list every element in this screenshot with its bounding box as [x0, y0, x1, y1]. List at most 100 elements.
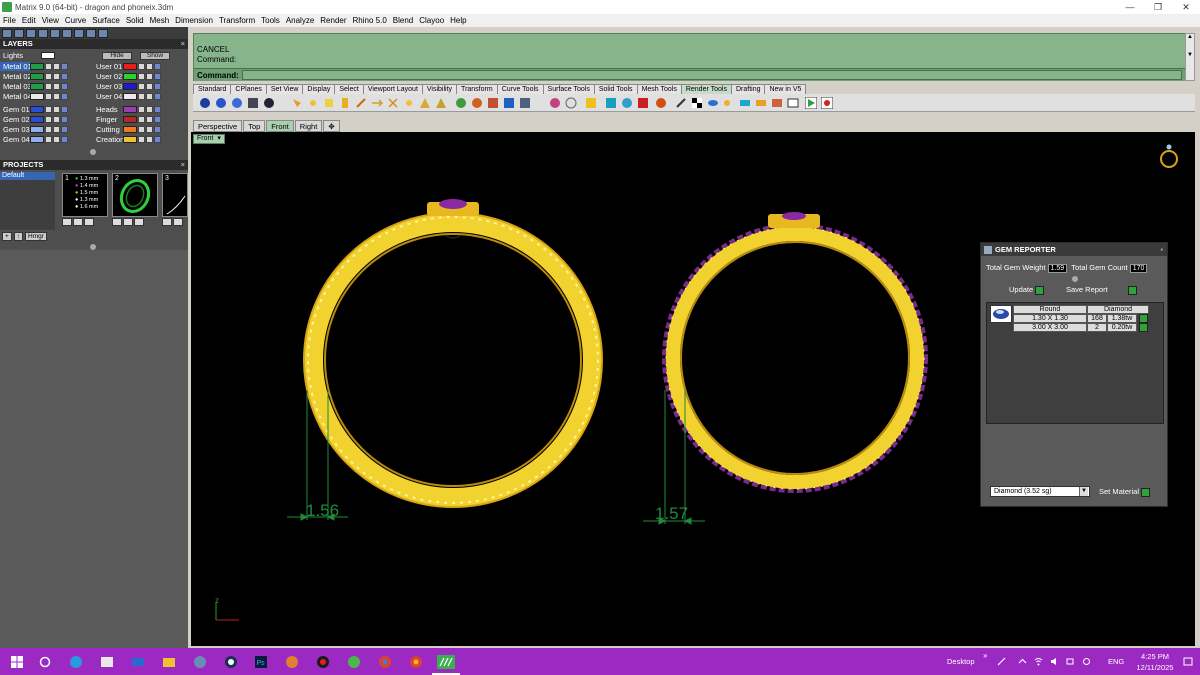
menu-blend[interactable]: Blend — [393, 16, 413, 25]
cut-icon[interactable] — [50, 28, 60, 38]
edge-icon[interactable] — [69, 655, 83, 669]
layer-lock-icon[interactable] — [146, 116, 153, 123]
layer-row[interactable]: Gem 02 — [0, 115, 69, 124]
desktop-overflow-icon[interactable]: » — [983, 651, 987, 660]
lens-icon[interactable] — [707, 97, 719, 109]
tab-new-in-v5[interactable]: New in V5 — [764, 84, 807, 94]
photoshop-icon[interactable]: Ps — [254, 655, 268, 669]
layer-row[interactable]: Metal 03 — [0, 82, 69, 91]
add-project-button[interactable]: + — [2, 232, 12, 241]
tab-mesh-tools[interactable]: Mesh Tools — [636, 84, 682, 94]
layer-row[interactable]: User 04 — [93, 92, 162, 101]
tab-top[interactable]: Top — [243, 120, 266, 132]
layer-lock-icon[interactable] — [146, 93, 153, 100]
close-button[interactable]: ✕ — [1172, 2, 1200, 13]
ground-plane-icon[interactable] — [471, 97, 483, 109]
layer-visible-icon[interactable] — [45, 63, 52, 70]
preview-icon[interactable] — [771, 97, 783, 109]
layer-color[interactable] — [30, 116, 44, 123]
layer-lock-icon[interactable] — [53, 83, 60, 90]
save-icon[interactable] — [26, 28, 36, 38]
menu-transform[interactable]: Transform — [219, 16, 255, 25]
gem-reporter-resize-handle[interactable] — [1072, 276, 1078, 282]
layer-material-icon[interactable] — [154, 63, 161, 70]
sun-icon[interactable] — [403, 97, 415, 109]
render-window-icon[interactable] — [231, 97, 243, 109]
key-icon[interactable] — [723, 97, 735, 109]
tab-select[interactable]: Select — [334, 84, 364, 94]
layer-visible-icon[interactable] — [45, 73, 52, 80]
wifi-icon[interactable] — [1034, 657, 1043, 666]
layer-material-icon[interactable] — [61, 93, 68, 100]
menu-tools[interactable]: Tools — [261, 16, 280, 25]
layer-material-icon[interactable] — [61, 116, 68, 123]
layer-row[interactable]: User 01 — [93, 62, 162, 71]
texture-icon[interactable] — [621, 97, 633, 109]
menu-render[interactable]: Render — [320, 16, 346, 25]
tab-render-tools[interactable]: Render Tools — [680, 84, 732, 94]
layer-visible-icon[interactable] — [45, 136, 52, 143]
layer-row[interactable]: Cutting — [93, 125, 162, 134]
open-icon[interactable] — [14, 28, 24, 38]
layer-visible-icon[interactable] — [45, 106, 52, 113]
undo-icon[interactable] — [86, 28, 96, 38]
chevron-up-icon[interactable] — [1018, 657, 1027, 666]
layer-row[interactable]: Finger — [93, 115, 162, 124]
tab-display[interactable]: Display — [302, 84, 336, 94]
layer-material-icon[interactable] — [61, 126, 68, 133]
layer-material-icon[interactable] — [154, 126, 161, 133]
layer-color[interactable] — [30, 93, 44, 100]
render-sphere-icon[interactable] — [199, 97, 211, 109]
flat-shade-icon[interactable] — [739, 97, 751, 109]
chrome-alt-icon[interactable] — [409, 655, 423, 669]
tab-transform[interactable]: Transform — [456, 84, 498, 94]
thumb-rename-icon[interactable] — [123, 218, 133, 226]
layer-color[interactable] — [30, 73, 44, 80]
tab-front[interactable]: Front — [266, 120, 294, 132]
menu-curve[interactable]: Curve — [65, 16, 86, 25]
layer-material-icon[interactable] — [154, 83, 161, 90]
mapping-box-icon[interactable] — [585, 97, 597, 109]
print-icon[interactable] — [38, 28, 48, 38]
mapping-cylinder-icon[interactable] — [565, 97, 577, 109]
redo-icon[interactable] — [98, 28, 108, 38]
set-material-button[interactable]: Set Material — [1099, 487, 1151, 497]
tab-drafting[interactable]: Drafting — [730, 84, 766, 94]
layers-close-icon[interactable]: × — [181, 39, 185, 49]
material-select[interactable]: Diamond (3.52 sg) ▼ — [990, 486, 1090, 497]
layer-visible-icon[interactable] — [138, 116, 145, 123]
layer-lock-icon[interactable] — [53, 73, 60, 80]
layer-material-icon[interactable] — [154, 106, 161, 113]
layer-visible-icon[interactable] — [45, 93, 52, 100]
thumb-rename-icon[interactable] — [173, 218, 183, 226]
stop-render-icon[interactable] — [821, 97, 833, 109]
tab-visibility[interactable]: Visibility — [421, 84, 458, 94]
obs-icon[interactable] — [224, 655, 238, 669]
volume-icon[interactable] — [1050, 657, 1059, 666]
bake-icon[interactable] — [755, 97, 767, 109]
render-frame-icon[interactable] — [637, 97, 649, 109]
layer-lock-icon[interactable] — [146, 63, 153, 70]
pen-icon[interactable] — [675, 97, 687, 109]
up-project-button[interactable]: ↑ — [13, 232, 24, 241]
layer-visible-icon[interactable] — [45, 116, 52, 123]
ring-nav-icon[interactable] — [1160, 144, 1178, 168]
light-manager-icon[interactable] — [387, 97, 399, 109]
hmgr-button[interactable]: Hmgr — [25, 232, 47, 241]
thumb-delete-icon[interactable] — [134, 218, 144, 226]
layer-lock-icon[interactable] — [53, 93, 60, 100]
layer-lock-icon[interactable] — [53, 136, 60, 143]
language-indicator[interactable]: ENG — [1108, 657, 1124, 666]
project-thumbnail[interactable]: 2 — [112, 173, 158, 217]
layer-material-icon[interactable] — [61, 73, 68, 80]
layer-color[interactable] — [123, 93, 137, 100]
layer-lock-icon[interactable] — [53, 63, 60, 70]
layer-visible-icon[interactable] — [45, 83, 52, 90]
layer-lock-icon[interactable] — [146, 83, 153, 90]
hide-button[interactable]: Hide — [102, 52, 132, 60]
layer-color[interactable] — [123, 83, 137, 90]
menu-edit[interactable]: Edit — [22, 16, 36, 25]
menu-help[interactable]: Help — [450, 16, 466, 25]
layer-color[interactable] — [30, 106, 44, 113]
render-objects-icon[interactable] — [263, 97, 275, 109]
